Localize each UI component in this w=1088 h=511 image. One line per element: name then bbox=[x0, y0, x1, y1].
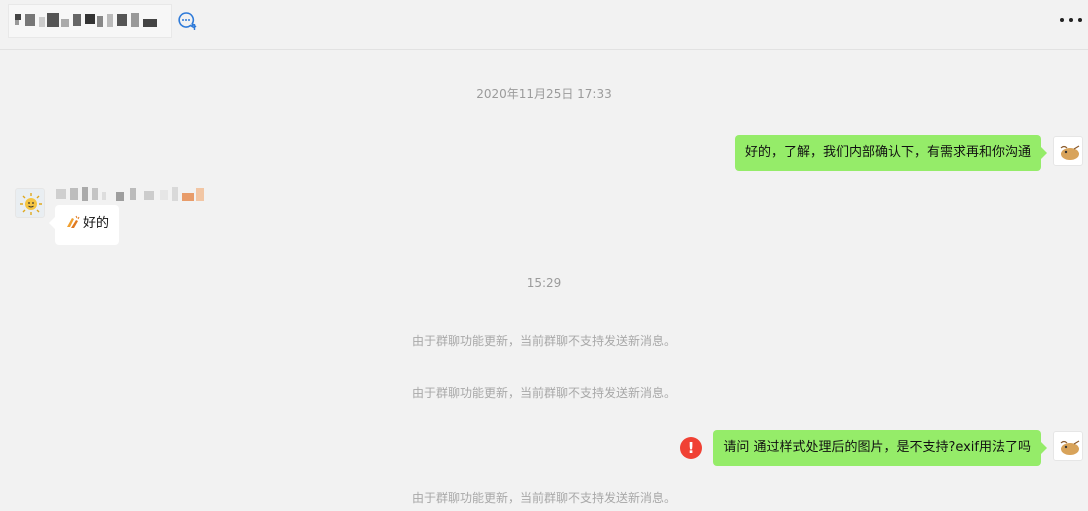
timestamp: 2020年11月25日 17:33 bbox=[476, 87, 612, 101]
self-avatar[interactable] bbox=[1053, 431, 1083, 461]
chat-window: 2020年11月25日 17:33 好的，了解，我们内部确认下，有需求再和你沟通 bbox=[0, 0, 1088, 511]
message-text: 好的 bbox=[83, 216, 110, 231]
dot-icon bbox=[1060, 18, 1064, 22]
system-notice: 由于群聊功能更新，当前群聊不支持发送新消息。 bbox=[411, 491, 676, 505]
self-avatar[interactable] bbox=[1053, 136, 1083, 166]
system-notice: 由于群聊功能更新，当前群聊不支持发送新消息。 bbox=[411, 386, 676, 400]
send-failed-icon[interactable]: ! bbox=[680, 437, 702, 459]
message-bubble-received[interactable]: 好的 bbox=[48, 205, 120, 245]
dot-icon bbox=[1069, 18, 1073, 22]
clapping-hands-icon bbox=[65, 214, 81, 236]
chat-header bbox=[0, 0, 1088, 50]
sender-avatar[interactable] bbox=[15, 188, 45, 218]
sender-name-pixelated bbox=[54, 186, 214, 202]
chat-info-icon[interactable] bbox=[176, 10, 198, 32]
group-name-pixelated bbox=[8, 4, 172, 38]
dot-icon bbox=[1078, 18, 1082, 22]
timestamp: 15:29 bbox=[526, 276, 562, 290]
message-bubble-sent[interactable]: 好的，了解，我们内部确认下，有需求再和你沟通 bbox=[734, 135, 1048, 171]
more-options-button[interactable] bbox=[1060, 12, 1082, 28]
message-bubble-sent[interactable]: 请问 通过样式处理后的图片，是不支持?exif用法了吗 bbox=[713, 430, 1047, 466]
system-notice: 由于群聊功能更新，当前群聊不支持发送新消息。 bbox=[411, 334, 676, 348]
